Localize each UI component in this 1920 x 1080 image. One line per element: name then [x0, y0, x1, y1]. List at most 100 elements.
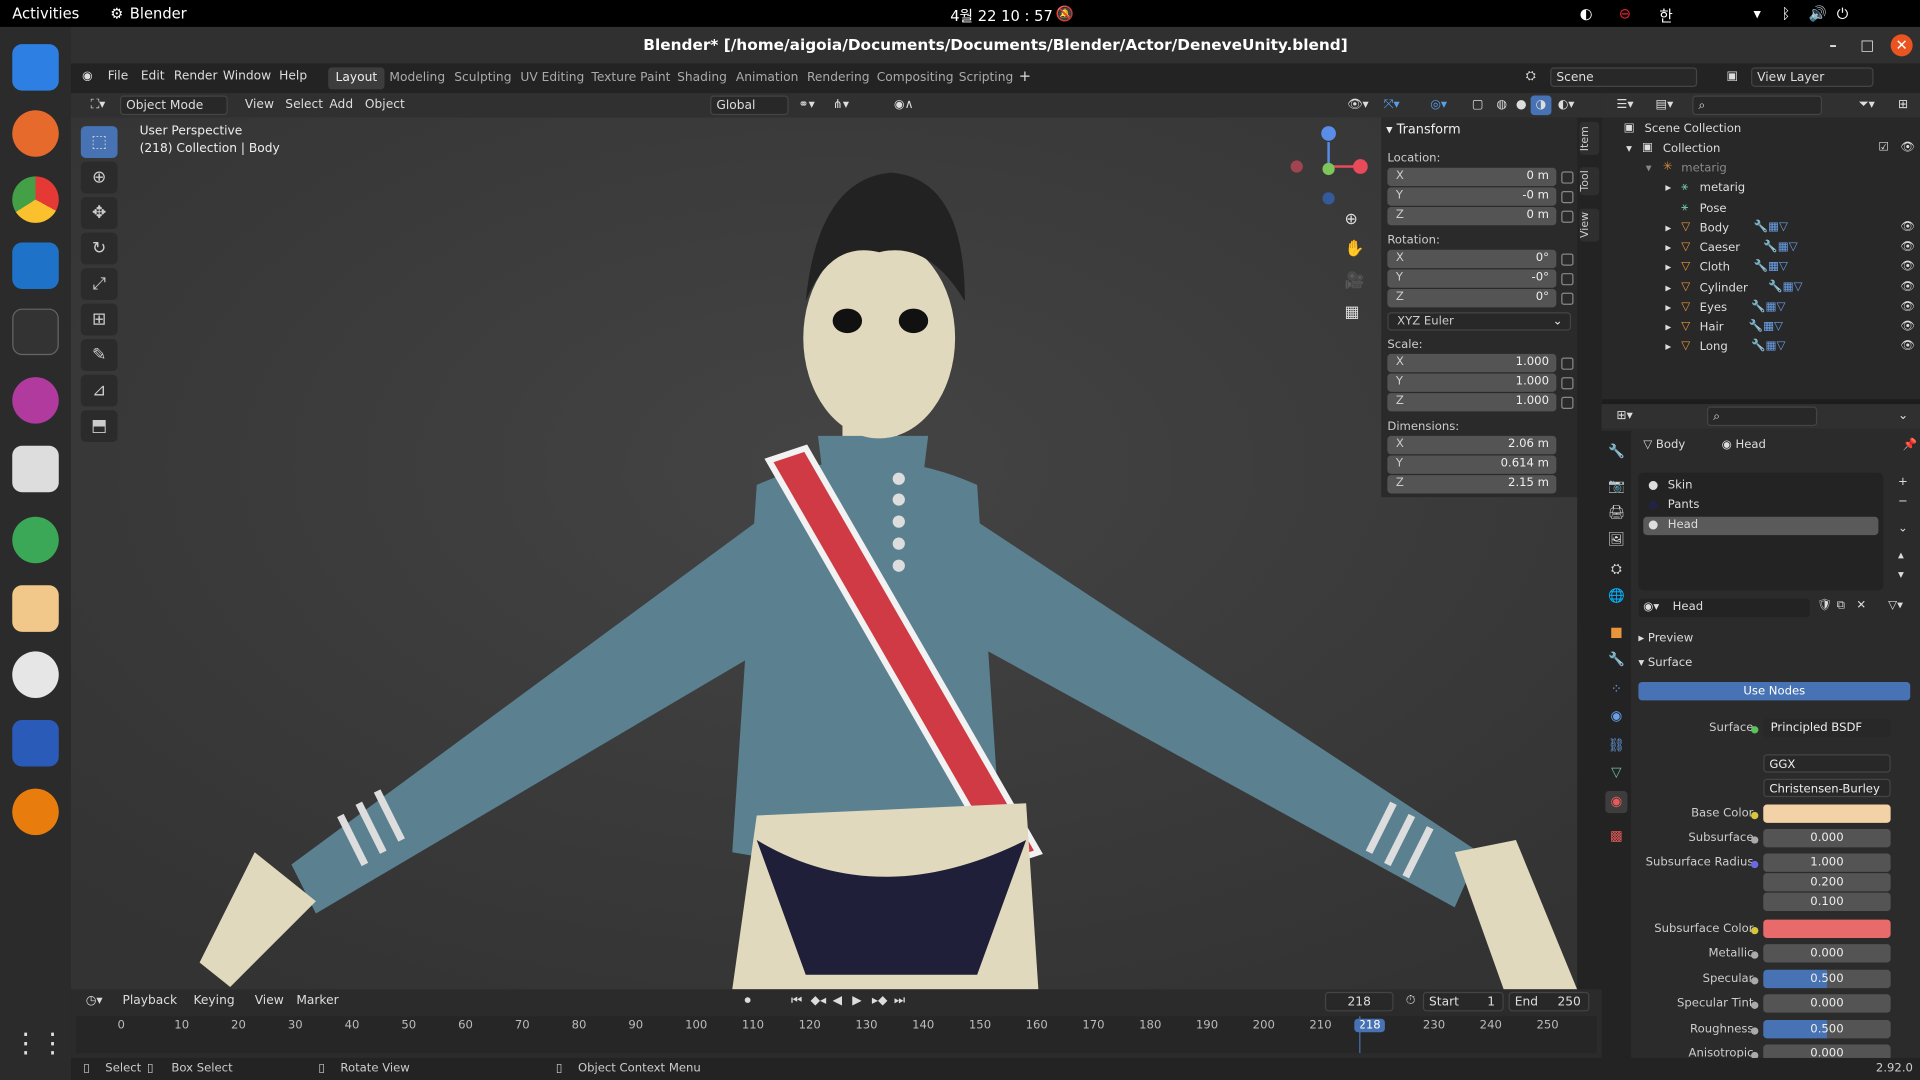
measure-tool-icon[interactable]: ⊿: [80, 374, 118, 407]
rotation-z[interactable]: Z 0°: [1387, 288, 1557, 308]
keying-menu[interactable]: Keying: [189, 992, 240, 1012]
base-color-swatch[interactable]: [1763, 804, 1891, 823]
link-mode-icon[interactable]: ▽▾: [1888, 599, 1903, 612]
lock-icon[interactable]: [1561, 171, 1574, 184]
material-slots-list[interactable]: ● Skin ● Pants ● Head: [1638, 472, 1884, 591]
clock[interactable]: 4월 22 10 : 57: [950, 5, 1053, 26]
tab-layout[interactable]: Layout: [328, 67, 385, 90]
camera-view-icon[interactable]: 🎥: [1345, 272, 1365, 290]
location-z[interactable]: Z 0 m: [1387, 206, 1557, 226]
menu-add[interactable]: Add: [324, 96, 358, 116]
select-box-tool-icon[interactable]: ⬚: [80, 126, 118, 158]
material-browse-icon[interactable]: ◉▾: [1643, 600, 1659, 613]
rotate-tool-icon[interactable]: ↻: [80, 232, 118, 265]
writer-icon[interactable]: [12, 720, 59, 767]
lock-icon[interactable]: [1561, 396, 1574, 409]
outliner-row-body[interactable]: ▸ ▽ Body 🔧▦▽ 👁: [1602, 219, 1920, 239]
add-slot-icon[interactable]: +: [1898, 475, 1908, 488]
move-up-icon[interactable]: ▴: [1898, 549, 1904, 562]
slot-pants[interactable]: ● Pants: [1643, 497, 1878, 515]
surface-shader-field[interactable]: Principled BSDF: [1763, 718, 1891, 738]
shading-rendered-icon[interactable]: ◐▾: [1553, 96, 1580, 116]
input-method-indicator[interactable]: 한: [1659, 5, 1673, 26]
blender-logo-icon[interactable]: ◉: [82, 70, 93, 83]
subsurface-radius-z[interactable]: 0.100: [1763, 892, 1891, 912]
outliner-row-cloth[interactable]: ▸ ▽ Cloth 🔧▦▽ 👁: [1602, 258, 1920, 278]
outliner-row-hair[interactable]: ▸ ▽ Hair 🔧▦▽ 👁: [1602, 318, 1920, 338]
scene-selector[interactable]: Scene: [1550, 67, 1698, 87]
move-tool-icon[interactable]: ✥: [80, 197, 118, 229]
ortho-grid-icon[interactable]: ▦: [1345, 304, 1360, 322]
menu-view[interactable]: View: [240, 96, 279, 116]
modifier-tab-icon[interactable]: 🔧: [1605, 649, 1627, 671]
expand-icon[interactable]: ▸: [1665, 282, 1671, 295]
particles-tab-icon[interactable]: ⁘: [1605, 678, 1627, 700]
menu-window[interactable]: Window: [223, 70, 271, 83]
scale-z[interactable]: Z 1.000: [1387, 393, 1557, 412]
auto-keying-icon[interactable]: ⏺: [740, 992, 756, 1012]
outliner-row-eyes[interactable]: ▸ ▽ Eyes 🔧▦▽ 👁: [1602, 299, 1920, 319]
outliner-editor-icon[interactable]: ☰▾: [1611, 96, 1638, 116]
outliner-row-cylinder[interactable]: ▸ ▽ Cylinder 🔧▦▽ 👁: [1602, 279, 1920, 299]
menu-help[interactable]: Help: [279, 70, 307, 83]
firefox-icon[interactable]: [12, 110, 59, 157]
tab-sculpting[interactable]: Sculpting: [447, 67, 519, 89]
location-x[interactable]: X 0 m: [1387, 167, 1557, 187]
scale-y[interactable]: Y 1.000: [1387, 373, 1557, 392]
outliner-row-metarig[interactable]: ▸ ⚹ metarig: [1602, 179, 1920, 199]
tab-modeling[interactable]: Modeling: [382, 67, 452, 89]
shading-wireframe-icon[interactable]: ◍: [1491, 96, 1511, 116]
outliner-scene-collection[interactable]: ▣ Scene Collection: [1602, 120, 1920, 140]
options-icon[interactable]: ⌄: [1893, 407, 1913, 427]
do-not-disturb-icon[interactable]: ⊖: [1619, 5, 1631, 22]
subsurface-radius-x[interactable]: 1.000: [1763, 853, 1891, 872]
editor-type-icon[interactable]: ⛶▾: [86, 96, 111, 116]
mode-dropdown[interactable]: Object Mode: [120, 95, 228, 116]
annotate-tool-icon[interactable]: ✎: [80, 339, 118, 372]
material-datablock[interactable]: ◉▾ Head: [1638, 598, 1810, 618]
mesh-data-tab-icon[interactable]: ▽: [1605, 762, 1627, 784]
properties-search[interactable]: ⌕: [1706, 406, 1818, 427]
transform-tool-icon[interactable]: ⊞: [80, 303, 118, 336]
new-collection-icon[interactable]: ⊞: [1893, 96, 1913, 116]
outliner-row-caeser[interactable]: ▸ ▽ Caeser 🔧▦▽ 👁: [1602, 239, 1920, 259]
use-nodes-button[interactable]: Use Nodes: [1638, 682, 1911, 701]
expand-icon[interactable]: ▸: [1665, 321, 1671, 334]
metallic-field[interactable]: 0.000: [1763, 944, 1891, 963]
maximize-icon[interactable]: □: [1856, 34, 1878, 56]
subsurface-field[interactable]: 0.000: [1763, 828, 1891, 848]
tab-shading[interactable]: Shading: [670, 67, 734, 89]
surface-panel-header[interactable]: ▾ Surface: [1638, 656, 1692, 669]
fake-user-icon[interactable]: 🛡: [1817, 599, 1832, 612]
pivot-icon[interactable]: ⚭▾: [793, 96, 819, 116]
timeline-editor-icon[interactable]: ◷▾: [81, 992, 108, 1012]
slot-skin[interactable]: ● Skin: [1643, 478, 1878, 496]
physics-tab-icon[interactable]: ◉: [1605, 705, 1627, 727]
checkbox-icon[interactable]: ☑: [1878, 141, 1888, 154]
stopwatch-icon[interactable]: ⏱: [1401, 992, 1420, 1012]
current-frame-field[interactable]: 218: [1324, 991, 1394, 1012]
marker-menu[interactable]: Marker: [291, 992, 343, 1012]
tab-view[interactable]: View: [1579, 208, 1600, 242]
krita-icon[interactable]: [12, 585, 59, 632]
expand-icon[interactable]: ▾: [1626, 142, 1632, 155]
add-workspace-icon[interactable]: +: [1019, 67, 1031, 84]
tool-tab-icon[interactable]: 🔧: [1605, 441, 1627, 463]
specular-field[interactable]: 0.500: [1763, 969, 1891, 989]
close-icon[interactable]: ✕: [1890, 34, 1913, 57]
tab-tool[interactable]: Tool: [1579, 166, 1600, 196]
pin-icon[interactable]: 📌: [1903, 438, 1918, 451]
remove-slot-icon[interactable]: −: [1898, 495, 1908, 508]
menu-select[interactable]: Select: [280, 96, 328, 116]
tab-animation[interactable]: Animation: [729, 67, 806, 89]
rotation-mode-dropdown[interactable]: XYZ Euler ⌄: [1387, 312, 1572, 331]
show-apps-icon[interactable]: ⋮⋮: [12, 1021, 66, 1068]
start-frame-field[interactable]: Start 1: [1422, 991, 1504, 1012]
location-y[interactable]: Y -0 m: [1387, 187, 1557, 206]
expand-icon[interactable]: ▸: [1665, 222, 1671, 235]
object-tab-icon[interactable]: ■: [1605, 622, 1627, 644]
eye-icon[interactable]: 👁: [1900, 320, 1915, 333]
menu-edit[interactable]: Edit: [141, 70, 165, 83]
zoom-icon[interactable]: ⊕: [1345, 211, 1358, 229]
distribution-dropdown[interactable]: GGX: [1763, 754, 1891, 773]
